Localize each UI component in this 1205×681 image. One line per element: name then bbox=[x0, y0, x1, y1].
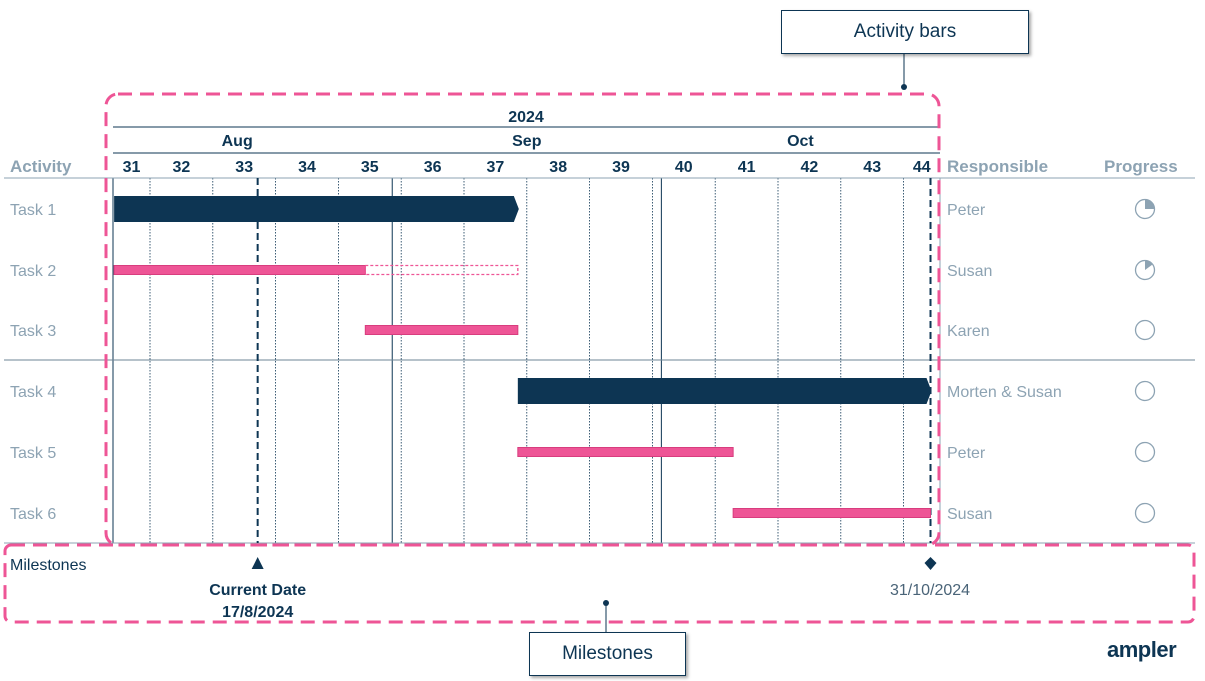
week-label: 37 bbox=[487, 159, 505, 176]
task-bar-completed bbox=[113, 265, 366, 275]
task-responsible: Karen bbox=[947, 323, 990, 340]
callout-dot-icon bbox=[603, 600, 609, 606]
end-date-diamond-icon bbox=[924, 557, 937, 570]
task-bar-remaining bbox=[364, 264, 519, 276]
task-bar bbox=[732, 508, 932, 518]
week-label: 40 bbox=[675, 159, 693, 176]
week-label: 38 bbox=[549, 159, 567, 176]
progress-pie-fill bbox=[1145, 199, 1155, 209]
task-responsible: Peter bbox=[947, 202, 986, 219]
milestones-highlight bbox=[3, 543, 1196, 624]
task-name: Task 2 bbox=[10, 263, 56, 280]
task-responsible: Peter bbox=[947, 445, 986, 462]
current-date-triangle-icon bbox=[251, 557, 264, 569]
task-name: Task 3 bbox=[10, 323, 56, 340]
progress-header: Progress bbox=[1104, 157, 1178, 176]
task-name: Task 1 bbox=[10, 202, 56, 219]
week-label: 33 bbox=[235, 159, 253, 176]
task-bar bbox=[517, 447, 734, 457]
week-label: 41 bbox=[738, 159, 756, 176]
task-responsible: Morten & Susan bbox=[947, 384, 1062, 401]
activity-header: Activity bbox=[10, 157, 72, 176]
gantt-diagram: 2024 Aug Sep Oct 31 32 33 34 35 36 37 38 39 40 41 42 43 4… bbox=[0, 0, 1205, 681]
end-date-value: 31/10/2024 bbox=[890, 582, 970, 599]
week-label: 34 bbox=[298, 159, 316, 176]
task-name: Task 4 bbox=[10, 384, 56, 401]
task-responsible: Susan bbox=[947, 263, 992, 280]
summary-bar bbox=[517, 378, 932, 404]
week-label: 39 bbox=[612, 159, 630, 176]
progress-pie-icon bbox=[1134, 380, 1156, 402]
ampler-logo: ampler bbox=[1107, 637, 1177, 662]
progress-pie-icon bbox=[1134, 502, 1156, 524]
callout-dot-icon bbox=[901, 84, 907, 90]
progress-pie-icon bbox=[1134, 319, 1156, 341]
callout-activity-bars: Activity bars bbox=[781, 10, 1029, 54]
week-label: 42 bbox=[801, 159, 819, 176]
week-label: 31 bbox=[123, 159, 141, 176]
month-label: Oct bbox=[787, 133, 814, 150]
task-bar bbox=[364, 325, 519, 335]
week-label: 43 bbox=[863, 159, 881, 176]
responsible-header: Responsible bbox=[947, 157, 1048, 176]
week-label: 36 bbox=[424, 159, 442, 176]
progress-pie-icon bbox=[1134, 441, 1156, 463]
current-date-value: 17/8/2024 bbox=[222, 604, 293, 621]
task-responsible: Susan bbox=[947, 506, 992, 523]
week-label: 44 bbox=[913, 159, 931, 176]
week-label: 35 bbox=[361, 159, 379, 176]
summary-bar bbox=[114, 196, 519, 222]
gantt-chart: 2024 Aug Sep Oct 31 32 33 34 35 36 37 38 39 40 41 42 43 4… bbox=[3, 52, 1196, 632]
week-label: 32 bbox=[173, 159, 191, 176]
milestones-label: Milestones bbox=[10, 557, 86, 574]
month-label: Sep bbox=[512, 133, 542, 150]
task-name: Task 5 bbox=[10, 445, 56, 462]
year-label: 2024 bbox=[508, 109, 544, 126]
current-date-title: Current Date bbox=[209, 582, 306, 599]
task-name: Task 6 bbox=[10, 506, 56, 523]
callout-milestones: Milestones bbox=[529, 632, 686, 676]
month-label: Aug bbox=[222, 133, 253, 150]
